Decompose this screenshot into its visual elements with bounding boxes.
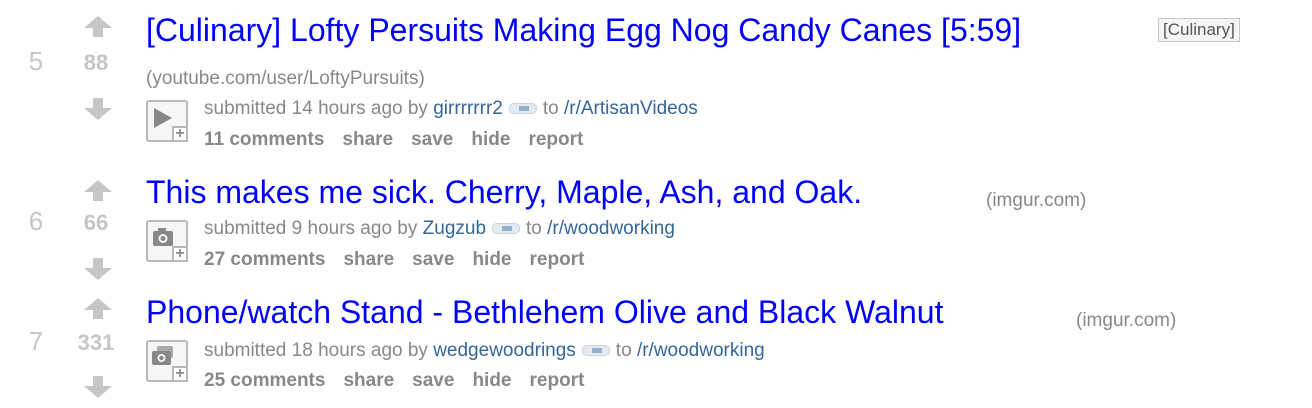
post-tagline: submitted 18 hours ago by wedgewoodrings… xyxy=(204,340,765,362)
comments-link[interactable]: 11 comments xyxy=(204,129,324,150)
submitted-text: submitted 18 hours ago by xyxy=(204,340,428,361)
plus-icon: + xyxy=(172,126,188,142)
share-button[interactable]: share xyxy=(342,129,393,150)
post-row: 7 331 Phone/watch Stand - Bethlehem Oliv… xyxy=(0,284,1312,408)
message-icon[interactable] xyxy=(581,345,610,357)
post-title-link[interactable]: [Culinary] Lofty Persuits Making Egg Nog… xyxy=(146,12,1021,49)
post-rank: 6 xyxy=(28,206,44,236)
message-icon[interactable] xyxy=(508,103,537,115)
post-buttons: 25 comments share save hide report xyxy=(204,370,602,392)
report-button[interactable]: report xyxy=(530,370,585,391)
subreddit-link[interactable]: /r/woodworking xyxy=(637,340,765,361)
post-score: 66 xyxy=(83,210,109,235)
post-domain[interactable]: (imgur.com) xyxy=(986,190,1086,212)
report-button[interactable]: report xyxy=(530,249,585,270)
expand-thumbnail-button[interactable]: + xyxy=(146,340,188,382)
hide-button[interactable]: hide xyxy=(472,249,511,270)
downvote-arrow-icon[interactable] xyxy=(84,376,112,398)
upvote-arrow-icon[interactable] xyxy=(84,180,112,201)
post-rank: 7 xyxy=(28,326,44,356)
vote-column: 88 xyxy=(66,14,126,120)
post-title-link[interactable]: This makes me sick. Cherry, Maple, Ash, … xyxy=(146,174,862,211)
message-icon[interactable] xyxy=(492,223,521,235)
link-flair: [Culinary] xyxy=(1158,18,1240,42)
subreddit-link[interactable]: /r/ArtisanVideos xyxy=(564,98,698,119)
plus-icon: + xyxy=(172,366,188,382)
share-button[interactable]: share xyxy=(343,249,394,270)
author-link[interactable]: Zugzub xyxy=(423,218,486,239)
downvote-arrow-icon[interactable] xyxy=(84,98,112,120)
save-button[interactable]: save xyxy=(412,370,454,391)
upvote-arrow-icon[interactable] xyxy=(84,298,112,319)
post-domain[interactable]: (imgur.com) xyxy=(1076,310,1176,332)
post-buttons: 27 comments share save hide report xyxy=(204,249,602,271)
post-tagline: submitted 14 hours ago by girrrrrrr2 to /… xyxy=(204,98,698,120)
post-title-link[interactable]: Phone/watch Stand - Bethlehem Olive and … xyxy=(146,294,943,331)
author-link[interactable]: girrrrrrr2 xyxy=(433,98,503,119)
post-domain[interactable]: (youtube.com/user/LoftyPursuits) xyxy=(146,68,425,90)
expand-thumbnail-button[interactable]: + xyxy=(146,220,188,262)
author-link[interactable]: wedgewoodrings xyxy=(433,340,576,361)
comments-link[interactable]: 25 comments xyxy=(204,370,325,391)
report-button[interactable]: report xyxy=(528,129,583,150)
camera-icon xyxy=(153,228,173,246)
to-text: to xyxy=(526,218,542,239)
post-score: 331 xyxy=(77,330,115,355)
post-score: 88 xyxy=(83,50,109,75)
vote-column: 331 xyxy=(66,296,126,398)
post-row: 6 66 This makes me sick. Cherry, Maple, … xyxy=(0,160,1312,284)
subreddit-link[interactable]: /r/woodworking xyxy=(547,218,675,239)
share-button[interactable]: share xyxy=(343,370,394,391)
hide-button[interactable]: hide xyxy=(472,370,511,391)
post-buttons: 11 comments share save hide report xyxy=(204,129,601,151)
post-row: 5 88 [Culinary] Lofty Persuits Making Eg… xyxy=(0,0,1312,160)
post-tagline: submitted 9 hours ago by Zugzub to /r/woo… xyxy=(204,218,675,240)
upvote-arrow-icon[interactable] xyxy=(84,16,112,37)
comments-link[interactable]: 27 comments xyxy=(204,249,325,270)
submitted-text: submitted 9 hours ago by xyxy=(204,218,418,239)
expand-thumbnail-button[interactable]: + xyxy=(146,100,188,142)
to-text: to xyxy=(542,98,559,119)
submitted-text: submitted 14 hours ago by xyxy=(204,98,428,119)
vote-column: 66 xyxy=(66,178,126,280)
downvote-arrow-icon[interactable] xyxy=(84,258,112,280)
hide-button[interactable]: hide xyxy=(471,129,510,150)
save-button[interactable]: save xyxy=(412,249,454,270)
save-button[interactable]: save xyxy=(411,129,453,150)
post-rank: 5 xyxy=(28,46,44,76)
to-text: to xyxy=(615,340,632,361)
plus-icon: + xyxy=(172,246,188,262)
